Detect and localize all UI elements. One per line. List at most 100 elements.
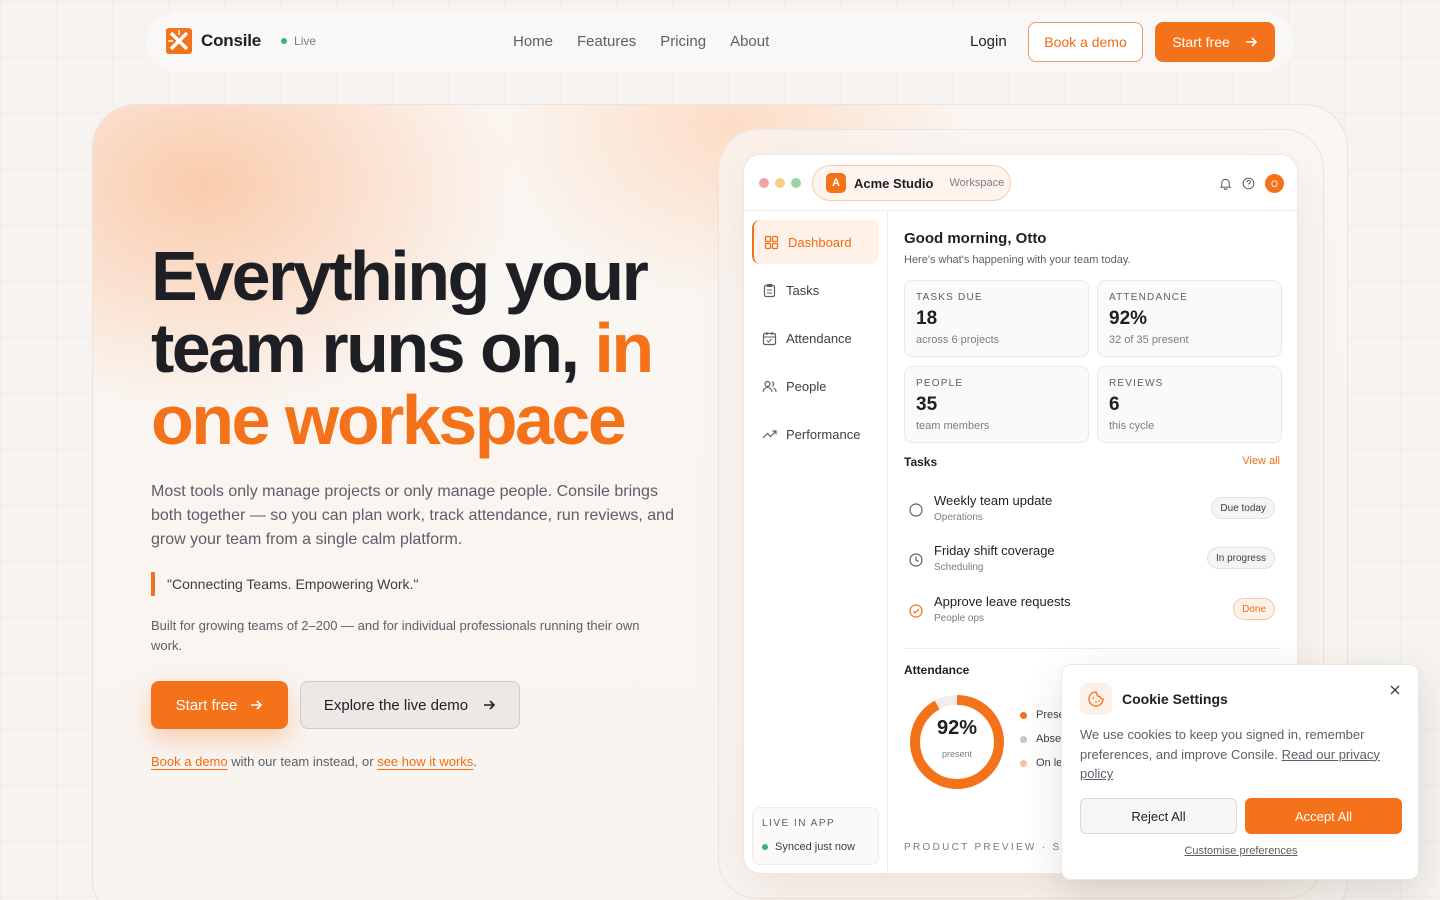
workspace-name: Acme Studio [854, 175, 934, 191]
login-link[interactable]: Login [970, 33, 1007, 50]
greeting: Good morning, Otto [904, 230, 1047, 247]
headline-text: Everything your team runs on, [151, 237, 649, 387]
view-all-link[interactable]: View all [1242, 455, 1280, 467]
sidebar-label: People [786, 378, 827, 394]
customise-preferences-link[interactable]: Customise preferences [1062, 845, 1420, 857]
legend-dot-icon [1020, 759, 1027, 767]
hero-headline: Everything your team runs on, in one wor… [151, 240, 711, 456]
stat-detail: across 6 projects [916, 334, 1000, 346]
arrow-right-icon [251, 700, 263, 710]
sidebar-item-dashboard[interactable]: Dashboard [752, 220, 879, 264]
explore-demo-button[interactable]: Explore the live demo [300, 681, 520, 729]
hero-subtext: Built for growing teams of 2–200 — and f… [151, 618, 640, 653]
workspace-tag: Workspace [949, 177, 1005, 189]
nav-features[interactable]: Features [577, 33, 636, 50]
stat-card-tasks-due[interactable]: TASKS DUE 18 across 6 projects [904, 280, 1089, 357]
attendance-heading: Attendance [904, 663, 970, 677]
sidebar-item-tasks[interactable]: Tasks [752, 268, 879, 312]
brand-name: Consile [201, 31, 262, 50]
stat-card-attendance[interactable]: ATTENDANCE 92% 32 of 35 present [1097, 280, 1282, 357]
users-icon [762, 380, 777, 392]
task-name: Weekly team update [934, 493, 1053, 508]
task-status-badge: Due today [1211, 497, 1275, 519]
nav-about[interactable]: About [730, 33, 769, 50]
check-circle-icon [909, 604, 923, 618]
sidebar-label: Tasks [786, 282, 820, 298]
book-demo-button[interactable]: Book a demo [1028, 22, 1143, 62]
nav-links: Home Features Pricing About [513, 33, 793, 50]
task-row[interactable]: Approve leave requests People ops Done [904, 592, 1280, 636]
start-free-nav-button[interactable]: Start free [1155, 22, 1275, 62]
task-category: Operations [934, 512, 983, 523]
cookie-text: We use cookies to keep you signed in, re… [1080, 725, 1400, 784]
accept-all-button[interactable]: Accept All [1245, 798, 1402, 834]
stat-value: 6 [1109, 394, 1120, 415]
clock-icon [909, 553, 923, 567]
sidebar-item-attendance[interactable]: Attendance [752, 316, 879, 360]
start-free-button[interactable]: Start free [151, 681, 288, 729]
task-category: Scheduling [934, 562, 984, 573]
stat-value: 35 [916, 394, 938, 415]
product-preview-label: PRODUCT PREVIEW · SAM [904, 842, 1082, 853]
nav-pricing[interactable]: Pricing [660, 33, 706, 50]
cookie-icon [1080, 683, 1112, 715]
live-in-app-title: LIVE IN APP [762, 818, 836, 829]
stat-value: 92% [1109, 308, 1148, 329]
stat-label: REVIEWS [1109, 378, 1164, 389]
clipboard-icon [763, 283, 776, 297]
consile-logo-icon [166, 28, 192, 54]
stat-label: ATTENDANCE [1109, 292, 1189, 303]
window-dot-yellow-icon [775, 178, 785, 188]
legend-absent: Abse [1020, 733, 1061, 745]
sidebar-item-performance[interactable]: Performance [752, 412, 879, 456]
legend-dot-icon [1020, 735, 1027, 743]
alt-mid-text: with our team instead, or [227, 754, 378, 769]
stat-detail: 32 of 35 present [1109, 334, 1189, 346]
app-sidebar: Dashboard Tasks Attendance People Perfor… [744, 212, 888, 873]
task-name: Friday shift coverage [934, 543, 1055, 558]
reject-all-button[interactable]: Reject All [1080, 798, 1237, 834]
live-status: Live [281, 34, 316, 48]
sidebar-item-people[interactable]: People [752, 364, 879, 408]
stat-detail: this cycle [1109, 420, 1155, 432]
attendance-donut [910, 695, 1004, 789]
attendance-value: 92% [936, 717, 978, 739]
start-free-nav-label: Start free [1172, 34, 1230, 50]
book-demo-link[interactable]: Book a demo [151, 754, 228, 769]
close-icon[interactable] [1387, 682, 1403, 698]
circle-icon [909, 503, 923, 517]
how-it-works-link[interactable]: see how it works [377, 754, 473, 769]
nav-home[interactable]: Home [513, 33, 553, 50]
help-icon[interactable] [1242, 177, 1255, 190]
stat-label: PEOPLE [916, 378, 964, 389]
explore-demo-label: Explore the live demo [323, 696, 469, 714]
live-status-label: Live [294, 34, 317, 48]
user-avatar[interactable]: O [1265, 174, 1284, 193]
legend-on-leave: On le [1020, 757, 1062, 769]
calendar-icon [762, 331, 777, 345]
sync-status: Synced just now [762, 841, 855, 853]
grid-icon [764, 235, 779, 249]
brand[interactable]: Consile Live [166, 28, 316, 54]
task-status-badge: In progress [1206, 547, 1275, 569]
attendance-label: present [941, 749, 973, 759]
stat-value: 18 [916, 308, 938, 329]
task-row[interactable]: Friday shift coverage Scheduling In prog… [904, 541, 1280, 585]
window-dot-green-icon [791, 178, 801, 188]
stat-detail: team members [916, 420, 990, 432]
greeting-subtext: Here's what's happening with your team t… [904, 254, 1131, 266]
sync-dot-icon [762, 844, 768, 850]
workspace-switcher[interactable]: A Acme Studio Workspace [812, 165, 1011, 201]
stat-card-reviews[interactable]: REVIEWS 6 this cycle [1097, 366, 1282, 443]
live-in-app-box: LIVE IN APP Synced just now [752, 807, 879, 865]
hero-lead: Most tools only manage projects or only … [151, 483, 674, 548]
topbar-actions: O [1219, 174, 1284, 193]
task-name: Approve leave requests [934, 594, 1071, 609]
sidebar-label: Dashboard [788, 234, 852, 250]
top-navbar: Consile Live Home Features Pricing About… [146, 12, 1294, 72]
bell-icon[interactable] [1219, 177, 1232, 190]
trend-icon [762, 429, 777, 438]
stat-card-people[interactable]: PEOPLE 35 team members [904, 366, 1089, 443]
task-status-badge: Done [1233, 598, 1275, 620]
task-row[interactable]: Weekly team update Operations Due today [904, 491, 1280, 535]
